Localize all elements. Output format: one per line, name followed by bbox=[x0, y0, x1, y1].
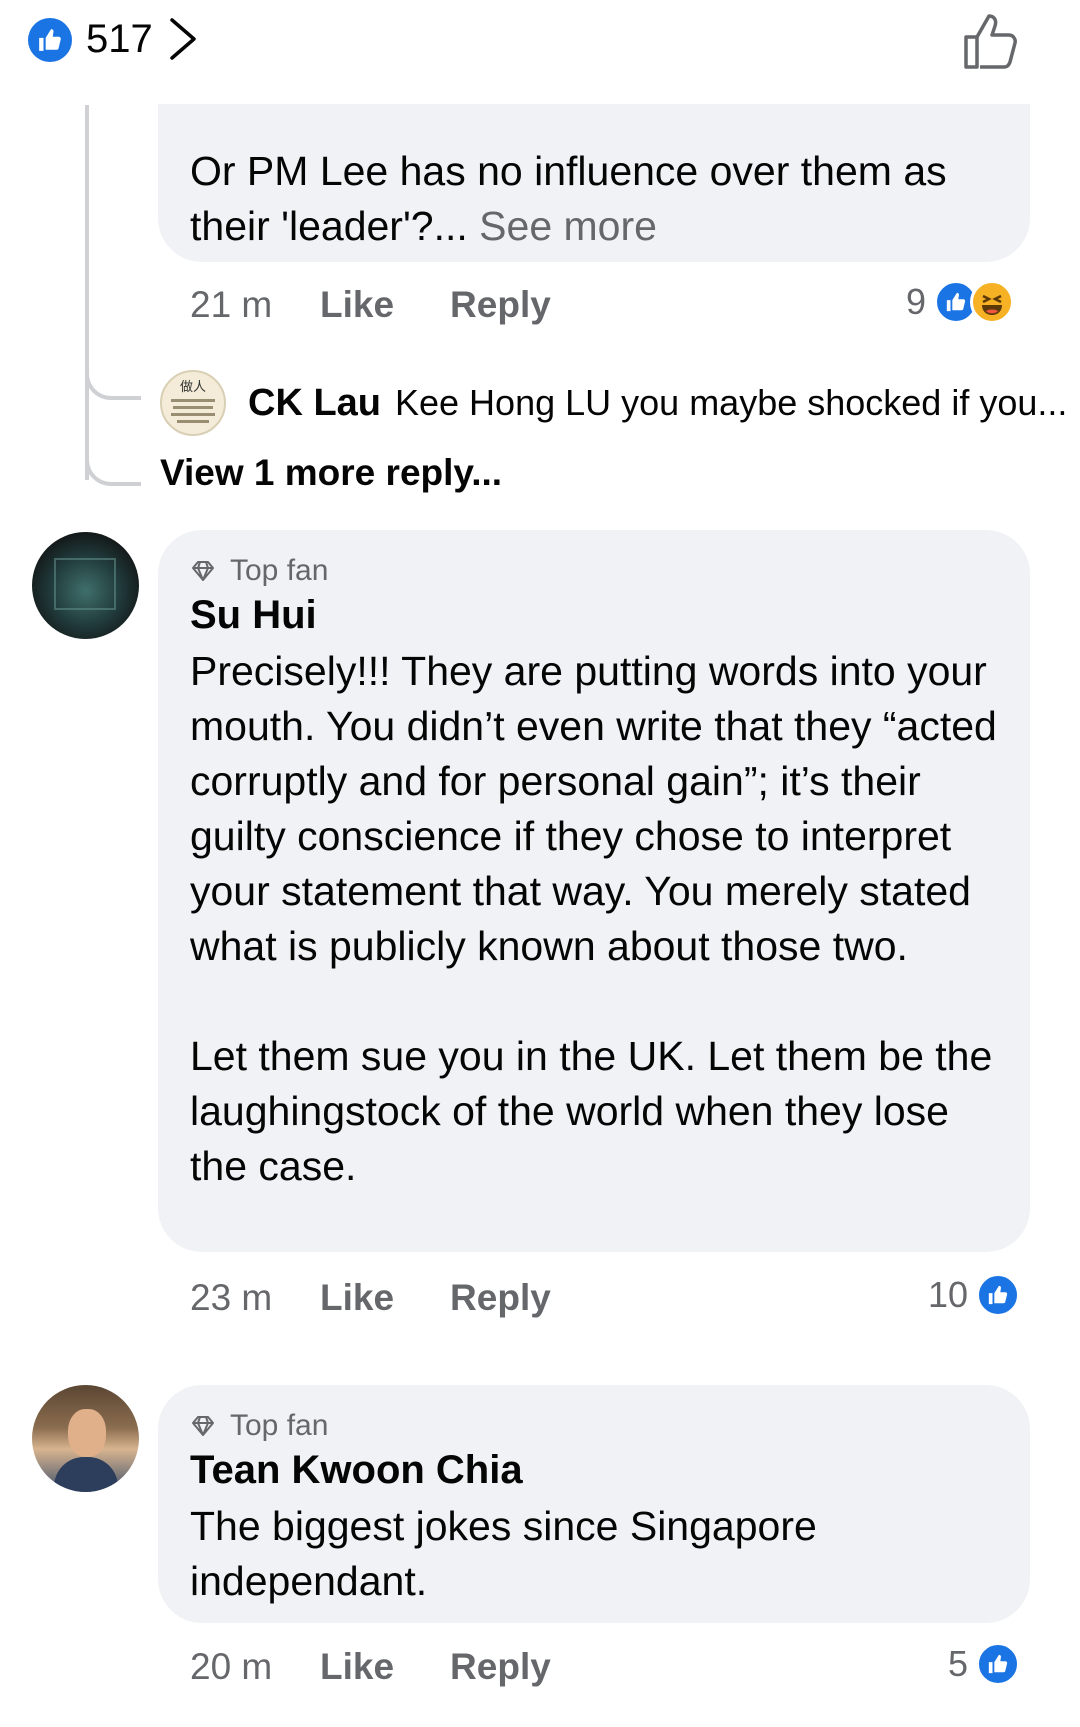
diamond-icon bbox=[192, 1416, 214, 1436]
see-more-link[interactable]: See more bbox=[479, 203, 657, 249]
top-fan-badge: Top fan bbox=[190, 1407, 998, 1445]
comment-actions: 23 m Like Reply bbox=[190, 1275, 607, 1321]
avatar[interactable]: 做人 bbox=[160, 370, 226, 436]
thumbs-up-icon[interactable] bbox=[28, 18, 72, 62]
avatar[interactable] bbox=[32, 532, 139, 639]
comment-actions: 20 m Like Reply bbox=[190, 1644, 607, 1690]
comment-bubble[interactable]: Top fan Su Hui Precisely!!! They are put… bbox=[158, 530, 1030, 1252]
view-more-replies[interactable]: View 1 more reply... bbox=[160, 452, 502, 494]
comment-author[interactable]: Tean Kwoon Chia bbox=[190, 1445, 998, 1495]
like-button[interactable]: Like bbox=[320, 282, 394, 328]
reaction-count: 9 bbox=[906, 281, 927, 322]
like-button[interactable]: Like bbox=[320, 1644, 394, 1690]
comment-reactions[interactable]: 9 bbox=[906, 280, 1015, 324]
thread-line bbox=[85, 105, 89, 480]
comment-time: 23 m bbox=[190, 1277, 273, 1318]
reaction-count: 5 bbox=[948, 1643, 969, 1684]
reply-button[interactable]: Reply bbox=[450, 1275, 551, 1321]
reply-author[interactable]: CK Lau bbox=[248, 382, 381, 425]
comment-text: Precisely!!! They are putting words into… bbox=[190, 648, 997, 969]
comment-reactions[interactable]: 5 bbox=[948, 1642, 1021, 1686]
chevron-right-icon[interactable] bbox=[168, 16, 198, 62]
comment-text: The biggest jokes since Singapore indepe… bbox=[190, 1503, 817, 1604]
comment-actions: 21 m Like Reply bbox=[190, 282, 607, 328]
like-button[interactable]: Like bbox=[320, 1275, 394, 1321]
comment-text: Or PM Lee has no influence over them as … bbox=[190, 148, 947, 249]
reply-button[interactable]: Reply bbox=[450, 282, 551, 328]
like-reaction-icon bbox=[976, 1642, 1021, 1686]
top-fan-badge: Top fan bbox=[190, 552, 998, 590]
reply-text: Kee Hong LU you maybe shocked if you... bbox=[395, 382, 1068, 423]
comment-reactions[interactable]: 10 bbox=[928, 1273, 1021, 1317]
comment-bubble[interactable]: Top fan Tean Kwoon Chia The biggest joke… bbox=[158, 1385, 1030, 1623]
comment-bubble[interactable]: Or PM Lee has no influence over them as … bbox=[158, 104, 1030, 262]
reply-button[interactable]: Reply bbox=[450, 1644, 551, 1690]
comment-time: 21 m bbox=[190, 284, 273, 325]
comment-text: Let them sue you in the UK. Let them be … bbox=[190, 1033, 993, 1189]
thread-connector bbox=[85, 360, 141, 400]
comments-screen: 517 Or PM Lee has no influence over them… bbox=[0, 0, 1080, 1727]
haha-reaction-icon bbox=[970, 280, 1015, 324]
avatar[interactable] bbox=[32, 1385, 139, 1492]
thread-connector bbox=[85, 446, 141, 486]
comment-author[interactable]: Su Hui bbox=[190, 590, 998, 640]
reaction-summary-bar: 517 bbox=[0, 0, 1080, 90]
like-reaction-icon bbox=[976, 1273, 1021, 1317]
comment-time: 20 m bbox=[190, 1646, 273, 1687]
reaction-count: 10 bbox=[928, 1274, 969, 1315]
reaction-count[interactable]: 517 bbox=[86, 14, 153, 64]
reply-preview[interactable]: 做人 CK Lau Kee Hong LU you maybe shocked … bbox=[160, 370, 1067, 436]
diamond-icon bbox=[192, 561, 214, 581]
like-outline-icon[interactable] bbox=[960, 10, 1022, 72]
